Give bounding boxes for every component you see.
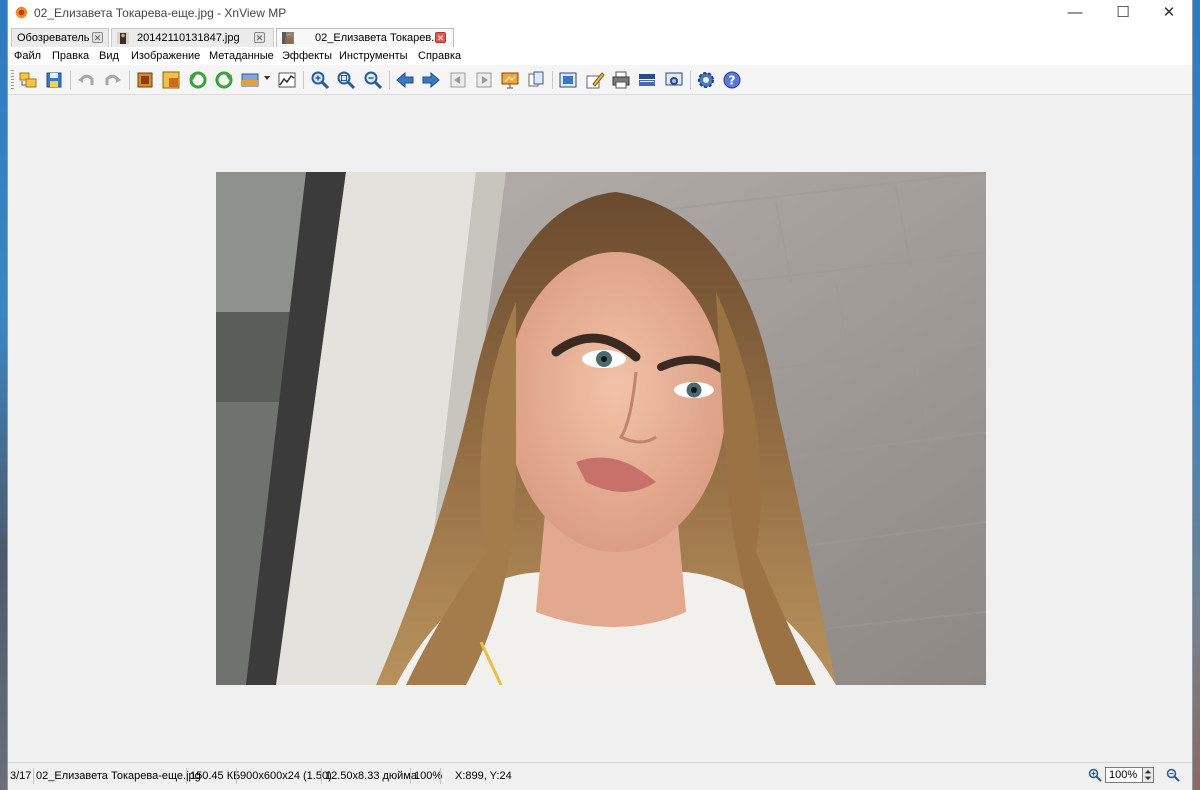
redo-icon[interactable]: [103, 70, 123, 90]
menu-metadata[interactable]: Метаданные: [209, 50, 274, 62]
tab-browser[interactable]: Обозреватель ✕: [11, 28, 109, 47]
zoom-in-icon[interactable]: [310, 70, 330, 90]
tab-close-icon[interactable]: ✕: [92, 32, 103, 43]
zoom-fit-icon[interactable]: [336, 70, 356, 90]
desktop-background-left: [0, 0, 7, 790]
resize-icon[interactable]: [161, 70, 181, 90]
window-title: 02_Елизавета Токарева-еще.jpg - XnView M…: [34, 6, 287, 20]
toolbar-separator: [389, 71, 390, 89]
tab-label: 02_Елизавета Токарев...: [315, 32, 441, 44]
close-window-button[interactable]: ✕: [1146, 0, 1192, 26]
status-separator: [410, 768, 411, 784]
edit-icon[interactable]: [585, 70, 605, 90]
tab-image-2[interactable]: 02_Елизавета Токарев... ✕: [276, 28, 454, 47]
menu-view[interactable]: Вид: [99, 50, 119, 62]
status-separator: [440, 768, 441, 784]
app-window: 02_Елизавета Токарева-еще.jpg - XnView M…: [7, 0, 1193, 790]
menu-effects[interactable]: Эффекты: [282, 50, 332, 62]
toolbar-separator: [129, 71, 130, 89]
zoom-stepper[interactable]: [1142, 767, 1154, 783]
tab-bar: Обозреватель ✕ 20142110131847.jpg ✕ 02_Е…: [8, 26, 1192, 47]
slideshow-icon[interactable]: [500, 70, 520, 90]
crop-icon[interactable]: [135, 70, 155, 90]
previous-icon[interactable]: [395, 70, 415, 90]
zoom-in-icon[interactable]: [1088, 768, 1102, 782]
status-zoom: 100%: [414, 770, 443, 782]
status-separator: [321, 768, 322, 784]
status-separator: [236, 768, 237, 784]
title-bar: 02_Елизавета Токарева-еще.jpg - XnView M…: [8, 0, 1192, 26]
rotate-left-icon[interactable]: [188, 70, 208, 90]
toolbar-separator: [303, 71, 304, 89]
copy-icon[interactable]: [526, 70, 546, 90]
status-separator: [33, 768, 34, 784]
status-bar: 3/17 02_Елизавета Токарева-еще.jpg 150.4…: [8, 762, 1192, 790]
last-icon[interactable]: [474, 70, 494, 90]
menu-help[interactable]: Справка: [418, 50, 461, 62]
portrait-photo-icon: [216, 172, 986, 685]
menu-bar: Файл Правка Вид Изображение Метаданные Э…: [8, 47, 1192, 65]
browser-icon[interactable]: [18, 70, 38, 90]
screen-capture-icon[interactable]: [664, 70, 684, 90]
menu-image[interactable]: Изображение: [131, 50, 200, 62]
xnview-logo-icon: [14, 5, 29, 20]
chevron-down-icon[interactable]: [264, 76, 270, 80]
next-icon[interactable]: [421, 70, 441, 90]
save-icon[interactable]: [44, 70, 64, 90]
spin-arrows-icon: [1144, 770, 1152, 780]
image-thumbnail-icon: [282, 32, 294, 44]
tab-close-icon[interactable]: ✕: [254, 32, 265, 43]
help-icon[interactable]: ?: [722, 70, 742, 90]
rotate-right-icon[interactable]: [214, 70, 234, 90]
maximize-button[interactable]: ☐: [1100, 0, 1146, 26]
tab-label: Обозреватель: [17, 32, 90, 44]
zoom-out-icon[interactable]: [363, 70, 383, 90]
status-separator: [186, 768, 187, 784]
toolbar-grip[interactable]: [11, 70, 14, 90]
status-coords: X:899, Y:24: [455, 770, 512, 782]
status-dimensions: 900x600x24 (1.50): [240, 770, 332, 782]
adjust-icon[interactable]: [240, 70, 260, 90]
print-icon[interactable]: [611, 70, 631, 90]
menu-tools[interactable]: Инструменты: [339, 50, 408, 62]
status-filesize: 150.45 КБ: [190, 770, 241, 782]
settings-icon[interactable]: [696, 70, 716, 90]
image-thumbnail-icon: [117, 32, 129, 44]
histogram-icon[interactable]: [277, 70, 297, 90]
status-position: 3/17: [10, 770, 32, 782]
zoom-input[interactable]: 100%: [1105, 767, 1143, 783]
svg-text:?: ?: [729, 74, 736, 88]
menu-file[interactable]: Файл: [14, 50, 41, 62]
menu-edit[interactable]: Правка: [52, 50, 89, 62]
first-icon[interactable]: [448, 70, 468, 90]
tab-image-1[interactable]: 20142110131847.jpg ✕: [111, 28, 274, 47]
toolbar-separator: [690, 71, 691, 89]
status-filename: 02_Елизавета Токарева-еще.jpg: [36, 770, 201, 782]
fullscreen-icon[interactable]: [558, 70, 578, 90]
status-print-size: 12.50x8.33 дюйма: [325, 770, 417, 782]
image-viewer[interactable]: [8, 95, 1192, 762]
tab-close-icon[interactable]: ✕: [435, 32, 446, 43]
toolbar-separator: [70, 71, 71, 89]
toolbar-separator: [552, 71, 553, 89]
desktop-background-right: [1193, 0, 1200, 790]
scanner-icon[interactable]: [637, 70, 657, 90]
main-toolbar: ?: [8, 65, 1192, 95]
tab-label: 20142110131847.jpg: [137, 32, 240, 44]
undo-icon[interactable]: [76, 70, 96, 90]
minimize-button[interactable]: —: [1052, 0, 1098, 26]
zoom-out-icon[interactable]: [1166, 768, 1180, 782]
displayed-photo[interactable]: [216, 172, 986, 685]
